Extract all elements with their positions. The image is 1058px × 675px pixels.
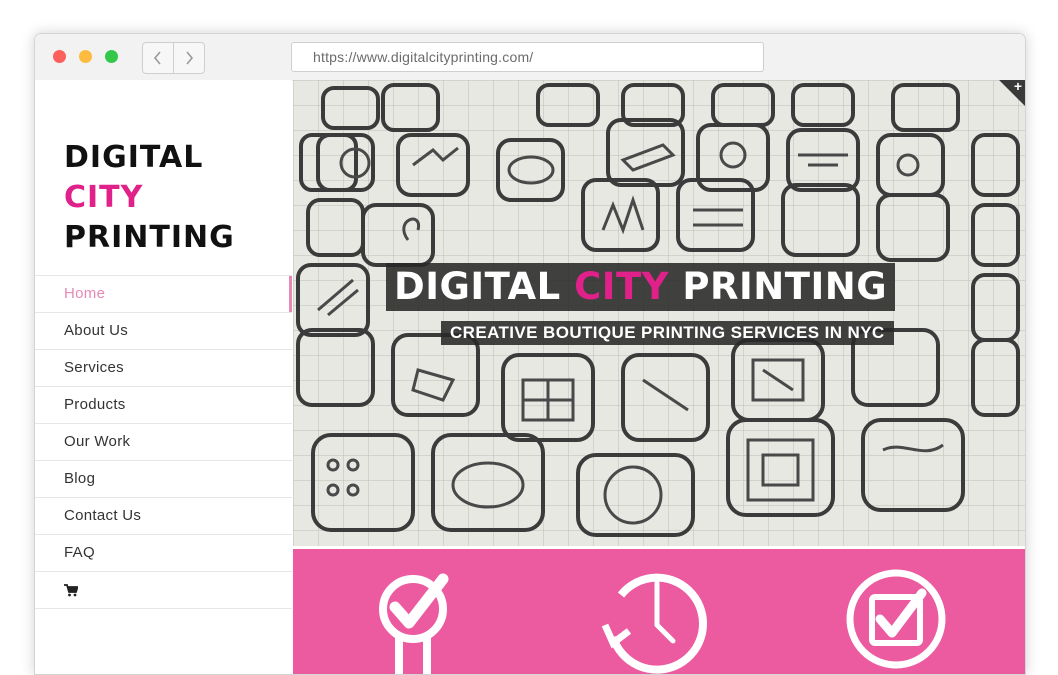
menu-item-our-work[interactable]: Our Work xyxy=(35,424,292,461)
site-logo[interactable]: DIGITAL CITY PRINTING xyxy=(64,138,235,258)
browser-titlebar: https://www.digitalcityprinting.com/ xyxy=(35,34,1025,81)
hero-title-part-2: PRINTING xyxy=(669,265,888,308)
hero-title: DIGITAL CITY PRINTING xyxy=(386,263,896,311)
menu-item-blog[interactable]: Blog xyxy=(35,461,292,498)
logo-line-2: CITY xyxy=(64,180,144,215)
maximize-window-button[interactable] xyxy=(105,50,118,63)
address-bar[interactable]: https://www.digitalcityprinting.com/ xyxy=(291,42,764,72)
menu-item-about-us[interactable]: About Us xyxy=(35,313,292,350)
plus-icon[interactable]: + xyxy=(1014,80,1022,94)
hero-title-part-1: DIGITAL xyxy=(394,265,575,308)
menu-item-home[interactable]: Home xyxy=(35,276,292,313)
close-window-button[interactable] xyxy=(53,50,66,63)
menu-item-faq[interactable]: FAQ xyxy=(35,535,292,572)
back-button[interactable] xyxy=(143,43,173,73)
logo-line-1: DIGITAL xyxy=(64,140,204,175)
shopping-cart-icon xyxy=(64,583,78,596)
minimize-window-button[interactable] xyxy=(79,50,92,63)
browser-window: https://www.digitalcityprinting.com/ DIG… xyxy=(34,33,1026,675)
forward-button[interactable] xyxy=(173,43,204,73)
checkbox-icon xyxy=(846,569,946,669)
hero-background-image xyxy=(293,80,1025,546)
menu-item-products[interactable]: Products xyxy=(35,387,292,424)
features-band xyxy=(293,546,1025,674)
chevron-left-icon xyxy=(153,51,161,65)
history-nav xyxy=(142,42,205,74)
hero-banner: + DIGITAL CITY PRINTING CREATIVE BOUTIQU… xyxy=(293,80,1025,546)
hero-subtitle: CREATIVE BOUTIQUE PRINTING SERVICES IN N… xyxy=(441,321,894,345)
menu-item-cart[interactable] xyxy=(35,572,292,609)
hero-title-accent: CITY xyxy=(574,265,670,308)
sidebar: DIGITAL CITY PRINTING Home About Us Serv… xyxy=(35,80,292,674)
menu-item-contact-us[interactable]: Contact Us xyxy=(35,498,292,535)
chevron-right-icon xyxy=(186,51,194,65)
main-menu: Home About Us Services Products Our Work… xyxy=(35,275,292,609)
checkmark-badge-icon xyxy=(379,573,449,674)
menu-item-services[interactable]: Services xyxy=(35,350,292,387)
logo-line-3: PRINTING xyxy=(64,220,235,255)
clock-icon xyxy=(601,573,707,674)
